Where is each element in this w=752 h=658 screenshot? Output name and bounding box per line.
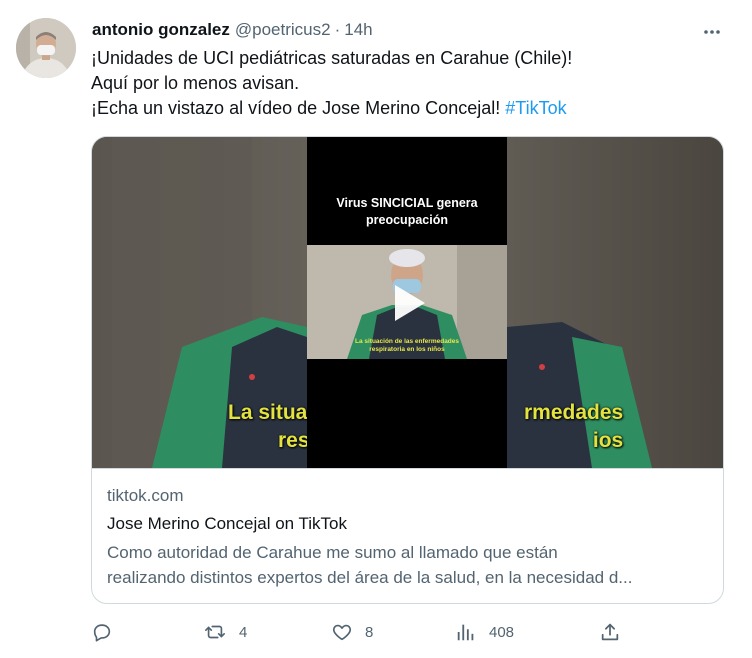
video-heading-line: preocupación [366,213,448,227]
play-icon[interactable] [385,281,429,325]
share-button[interactable] [599,618,621,646]
caption-line: ios [592,429,624,452]
retweet-count: 4 [239,623,248,641]
share-icon [599,621,621,643]
card-title: Jose Merino Concejal on TikTok [107,514,348,533]
heart-icon [331,621,353,643]
tweet: antonio gonzalez @poetricus2 · 14h ¡Unid… [0,0,752,658]
reply-button[interactable] [91,618,113,646]
reply-icon [91,621,113,643]
tweet-text-line: ¡Unidades de UCI pediátricas saturadas e… [91,48,573,68]
timestamp[interactable]: 14h [344,20,372,40]
caption-line: res [278,429,310,452]
like-button[interactable]: 8 [331,618,373,646]
tweet-text-line: Aquí por lo menos avisan. [91,73,300,93]
like-count: 8 [365,623,374,641]
background-caption-right: rmedades ios [524,399,623,455]
caption-line: rmedades [524,401,624,424]
retweet-icon [203,621,227,643]
author-handle[interactable]: @poetricus2 [235,20,331,40]
views-count: 408 [489,623,515,641]
card-domain: tiktok.com [107,486,184,505]
link-card[interactable]: La situa res rmedades ios Virus SINCICIA… [91,136,724,604]
views-button[interactable]: 408 [455,618,514,646]
tweet-text-line: ¡Echa un vistazo al vídeo de Jose Merino… [91,96,731,121]
separator: · [334,20,341,39]
caption-line: La situa [228,401,308,424]
video-heading-line: Virus SINCICIAL genera [336,196,478,210]
tweet-text-segment: ¡Echa un vistazo al vídeo de Jose Merino… [91,98,501,118]
video-player[interactable]: Virus SINCICIAL genera preocupación La s… [307,137,507,468]
author-name[interactable]: antonio gonzalez [92,20,230,40]
views-chart-icon [455,621,477,643]
card-info[interactable]: tiktok.com Jose Merino Concejal on TikTo… [92,468,723,603]
tweet-header: antonio gonzalez @poetricus2 · 14h [92,18,373,42]
retweet-button[interactable]: 4 [203,618,247,646]
hashtag-link[interactable]: #TikTok [505,98,566,118]
video-heading: Virus SINCICIAL genera preocupación [307,195,507,229]
video-caption-line: La situación de las enfermedades [354,338,460,345]
card-description-line: Como autoridad de Carahue me sumo al lla… [107,543,558,562]
avatar[interactable] [16,18,76,78]
background-caption-left: La situa res [228,399,310,455]
card-description: Como autoridad de Carahue me sumo al lla… [107,540,709,590]
card-media[interactable]: La situa res rmedades ios Virus SINCICIA… [92,137,723,468]
video-caption: La situación de las enfermedades respira… [307,338,507,354]
video-thumbnail: La situación de las enfermedades respira… [307,245,507,359]
video-caption-line: respiratoria en los niños [369,346,445,353]
action-bar: 4 8 408 [91,618,631,646]
more-options-icon[interactable] [698,20,726,44]
tweet-text: ¡Unidades de UCI pediátricas saturadas e… [91,46,731,121]
card-description-line: realizando distintos expertos del área d… [107,568,633,587]
